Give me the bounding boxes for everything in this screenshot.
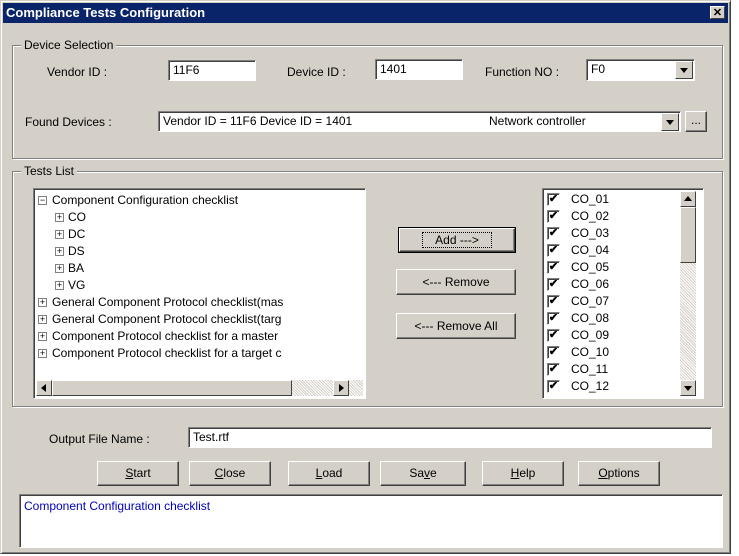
expand-icon[interactable]: + (38, 349, 47, 358)
vendor-id-label: Vendor ID : (47, 65, 108, 79)
tests-list-legend: Tests List (21, 164, 78, 178)
options-mnemonic: O (598, 466, 608, 480)
scroll-down-icon[interactable] (680, 380, 696, 396)
close-icon[interactable]: ✕ (710, 6, 725, 19)
save-prefix: Sa (409, 466, 424, 480)
title-bar[interactable]: Compliance Tests Configuration ✕ (3, 3, 728, 23)
add-button-label: Add ---> (422, 232, 492, 248)
device-id-label: Device ID : (287, 65, 346, 79)
found-device-class: Network controller (489, 114, 586, 128)
remove-all-button[interactable]: <--- Remove All (396, 313, 516, 339)
device-id-input[interactable]: 1401 (375, 59, 463, 80)
list-item-label: CO_02 (571, 209, 610, 223)
list-item-label: CO_08 (571, 311, 610, 325)
found-devices-label: Found Devices : (25, 115, 112, 129)
tree-node-label: Component Protocol checklist for a targe… (52, 346, 282, 360)
browse-devices-button[interactable]: ... (685, 111, 707, 132)
tree-node-label: VG (68, 278, 86, 292)
scroll-up-icon[interactable] (680, 191, 696, 207)
checkbox[interactable]: ✔ (547, 346, 560, 359)
tree-node-label: Component Configuration checklist (52, 193, 239, 207)
add-button[interactable]: Add ---> (398, 227, 516, 253)
start-button[interactable]: Start (97, 461, 179, 486)
checkbox[interactable]: ✔ (547, 193, 560, 206)
options-button[interactable]: Options (578, 461, 660, 486)
close-button[interactable]: Close (189, 461, 271, 486)
checkbox[interactable]: ✔ (547, 329, 560, 342)
checkbox[interactable]: ✔ (547, 380, 560, 393)
checkbox[interactable]: ✔ (547, 244, 560, 257)
checkbox[interactable]: ✔ (547, 295, 560, 308)
list-item-label: CO_04 (571, 243, 610, 257)
help-label: elp (519, 466, 536, 480)
expand-icon[interactable]: + (38, 332, 47, 341)
save-label: e (430, 466, 437, 480)
tree-node-label: DS (68, 244, 85, 258)
expand-icon[interactable]: + (55, 213, 64, 222)
options-label: ptions (607, 466, 640, 480)
checkbox[interactable]: ✔ (547, 261, 560, 274)
load-label: oad (322, 466, 343, 480)
list-item-label: CO_11 (571, 362, 609, 376)
expand-icon[interactable]: + (38, 298, 47, 307)
scroll-right-icon[interactable] (333, 380, 349, 396)
tree-node-label: BA (68, 261, 85, 275)
tree-hscrollbar[interactable] (36, 380, 363, 396)
tree-node-label: Component Protocol checklist for a maste… (52, 329, 279, 343)
expand-icon[interactable]: + (55, 230, 64, 239)
function-no-select[interactable]: F0 (586, 59, 695, 81)
vendor-id-input[interactable]: 11F6 (168, 60, 256, 81)
checkbox[interactable]: ✔ (547, 210, 560, 223)
tree-node-label: General Component Protocol checklist(mas (52, 295, 284, 309)
window-title: Compliance Tests Configuration (6, 5, 206, 20)
expand-icon[interactable]: + (55, 264, 64, 273)
scroll-thumb[interactable] (52, 380, 292, 396)
list-item-label: CO_03 (571, 226, 610, 240)
chevron-down-icon[interactable] (661, 113, 679, 131)
tree-node-label: DC (68, 227, 86, 241)
list-item-label: CO_01 (571, 192, 610, 206)
scroll-thumb[interactable] (680, 207, 696, 263)
device-selection-legend: Device Selection (21, 38, 117, 52)
list-vscrollbar[interactable] (680, 191, 696, 396)
list-item-label: CO_06 (571, 277, 610, 291)
checkbox[interactable]: ✔ (547, 312, 560, 325)
function-no-value: F0 (591, 62, 606, 76)
save-button[interactable]: Save (380, 461, 466, 486)
tree-node-label: CO (68, 210, 86, 224)
list-item-label: CO_09 (571, 328, 610, 342)
expand-icon[interactable]: + (55, 247, 64, 256)
selected-tests-list[interactable]: ✔ CO_01 ✔ CO_02 ✔ CO_03 ✔ CO_04 ✔ CO_05 ✔ CO_0… (542, 188, 704, 399)
checkbox[interactable]: ✔ (547, 278, 560, 291)
list-item-label: CO_12 (571, 379, 610, 393)
checkbox[interactable]: ✔ (547, 363, 560, 376)
expand-icon[interactable]: + (55, 281, 64, 290)
list-item-label: CO_07 (571, 294, 610, 308)
tree-node-label: General Component Protocol checklist(tar… (52, 312, 282, 326)
checkbox[interactable]: ✔ (547, 227, 560, 240)
expand-icon[interactable]: + (38, 315, 47, 324)
help-button[interactable]: Help (482, 461, 564, 486)
chevron-down-icon[interactable] (675, 61, 693, 79)
description-box: Component Configuration checklist (19, 494, 723, 548)
remove-button[interactable]: <--- Remove (396, 269, 516, 295)
list-item-label: CO_10 (571, 345, 610, 359)
tests-tree-view[interactable]: − Component Configuration checklist + CO… (33, 188, 366, 399)
load-button[interactable]: Load (288, 461, 370, 486)
dialog-window: Compliance Tests Configuration ✕ Device … (0, 0, 731, 554)
output-file-input[interactable]: Test.rtf (188, 427, 712, 448)
close-label: lose (223, 466, 246, 480)
start-label: tart (133, 466, 151, 480)
function-no-label: Function NO : (485, 65, 560, 79)
scroll-left-icon[interactable] (36, 380, 52, 396)
found-device-value: Vendor ID = 11F6 Device ID = 1401 (163, 114, 353, 128)
found-devices-select[interactable]: Vendor ID = 11F6 Device ID = 1401 Networ… (158, 111, 681, 132)
output-file-label: Output File Name : (49, 432, 150, 446)
collapse-icon[interactable]: − (38, 196, 47, 205)
list-item-label: CO_05 (571, 260, 610, 274)
